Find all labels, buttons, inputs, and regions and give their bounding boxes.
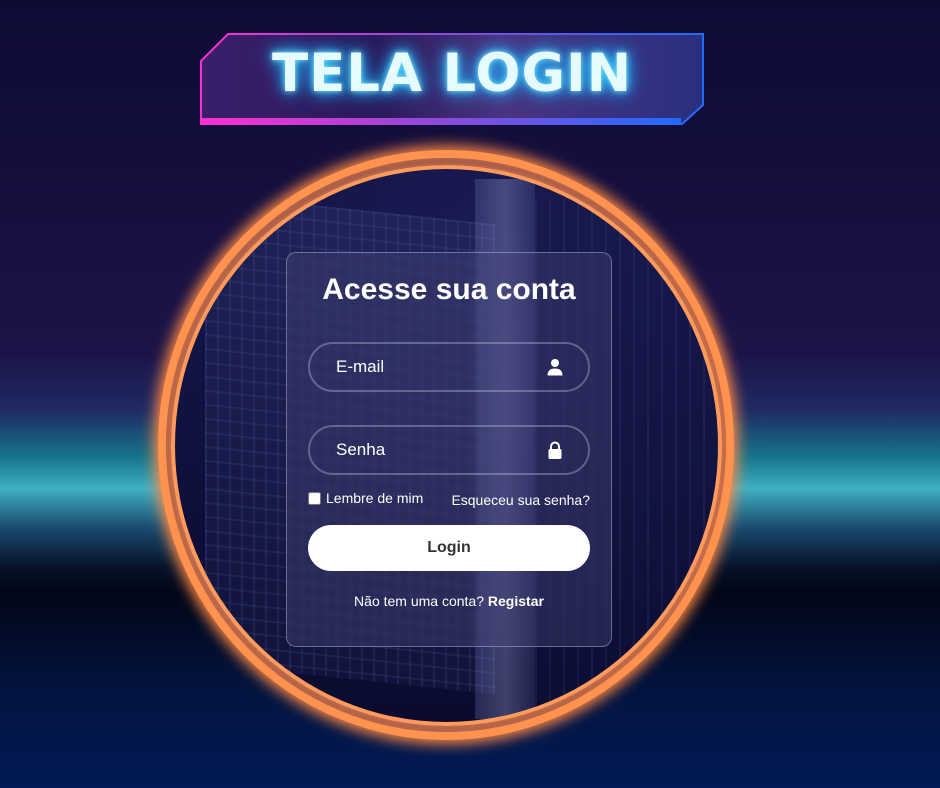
password-field[interactable] [308,425,590,475]
email-input[interactable] [310,344,540,390]
page-title: TELA LOGIN [271,43,633,104]
user-icon [547,359,563,376]
register-row: Não tem uma conta? Registar [287,593,611,609]
forgot-password-link[interactable]: Esqueceu sua senha? [451,492,590,508]
remember-me[interactable]: Lembre de mim [308,490,423,506]
options-row: Lembre de mim Esqueceu sua senha? [308,490,590,510]
title-banner: TELA LOGIN [200,33,704,125]
remember-label: Lembre de mim [326,490,424,506]
login-heading: Acesse sua conta [322,273,576,306]
login-card: Acesse sua conta Lembre de mim Esqueceu … [286,252,612,647]
register-prompt: Não tem uma conta? [354,593,488,609]
password-input[interactable] [310,427,540,473]
remember-checkbox[interactable] [308,491,321,505]
login-button[interactable]: Login [308,525,590,571]
email-field[interactable] [308,342,590,392]
lock-icon [548,441,562,459]
register-link[interactable]: Registar [488,593,544,609]
